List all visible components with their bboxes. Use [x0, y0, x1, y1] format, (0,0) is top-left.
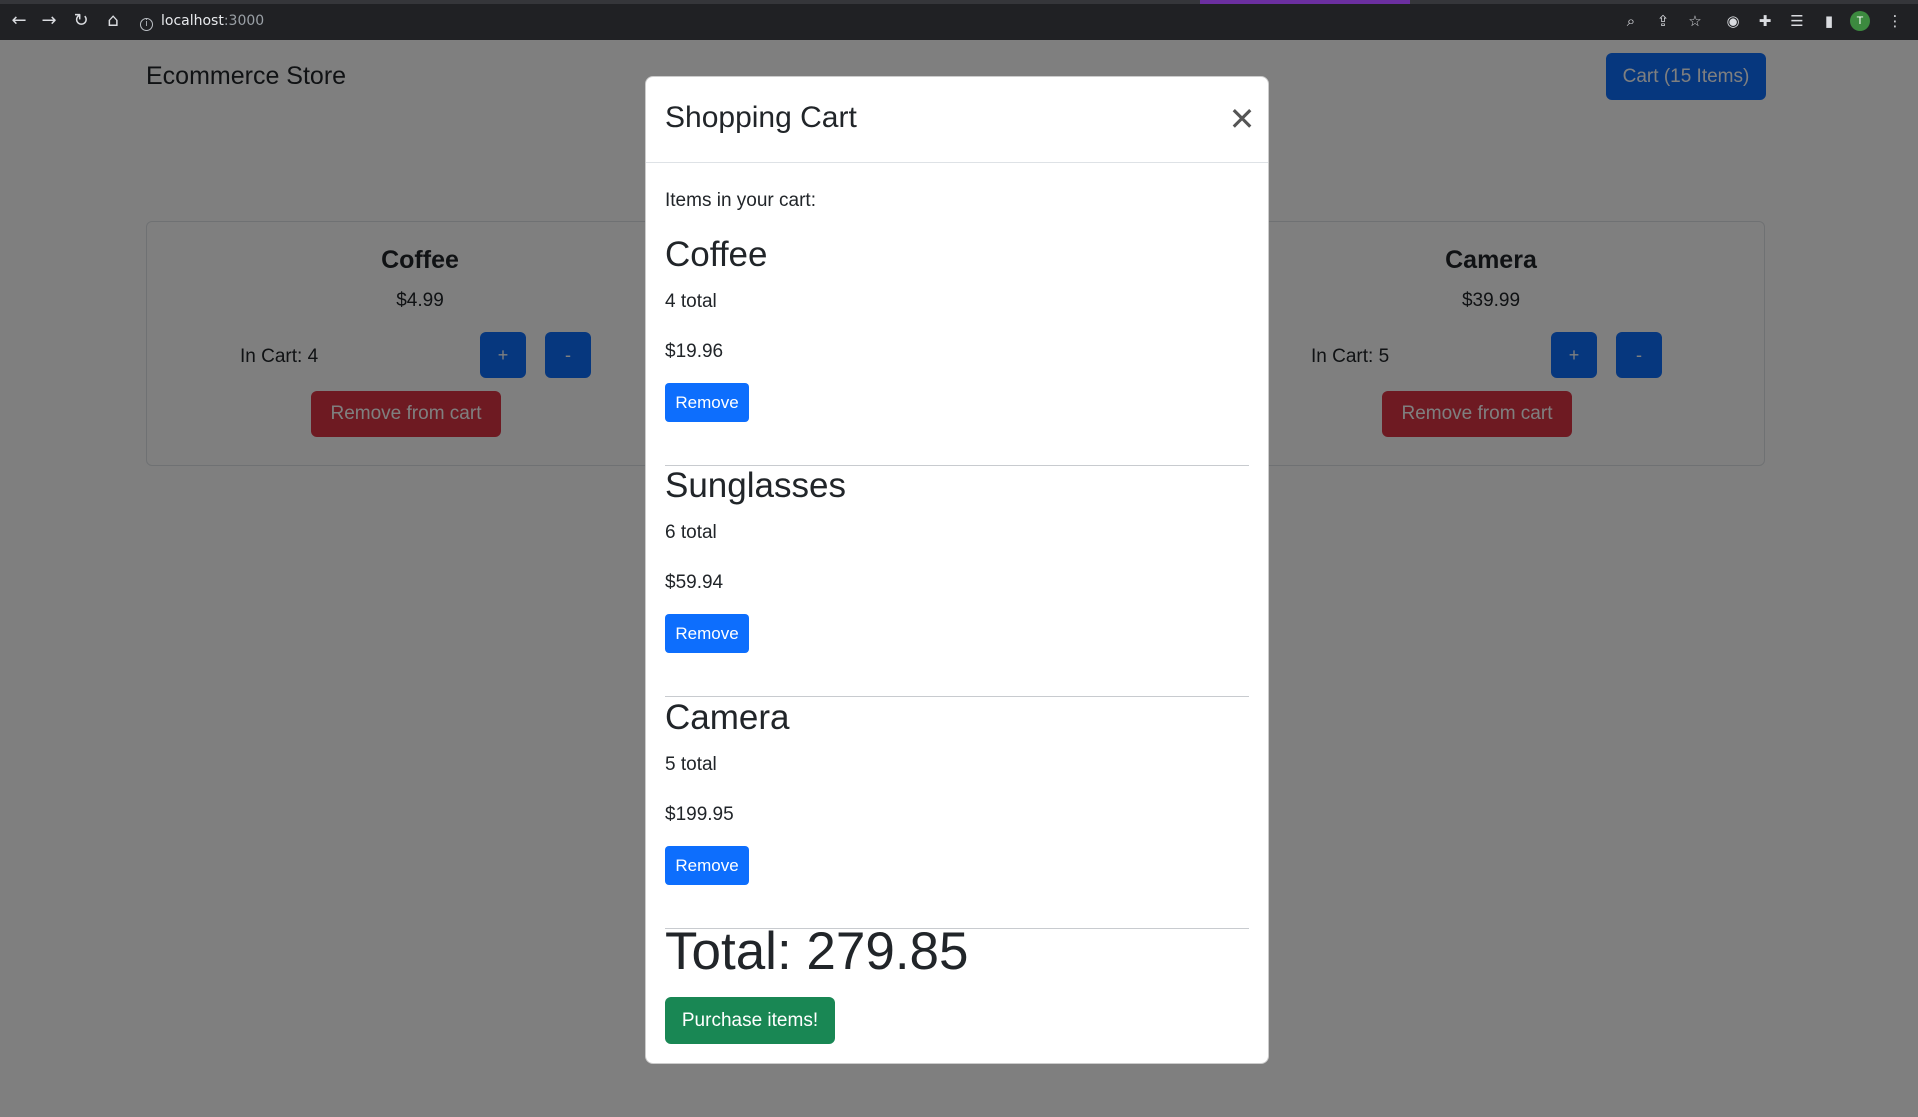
zoom-icon[interactable]: ⌕	[1620, 10, 1642, 32]
cart-item-remove-button[interactable]: Remove	[665, 614, 749, 653]
cart-item-price: $59.94	[665, 572, 724, 593]
extensions-puzzle-icon[interactable]: ✚	[1754, 10, 1776, 32]
cart-total: Total: 279.85	[665, 922, 969, 981]
cart-item-price: $199.95	[665, 804, 734, 825]
url-port: :3000	[223, 13, 265, 29]
cart-item-remove-button[interactable]: Remove	[665, 846, 749, 885]
cart-item-count: 6 total	[665, 522, 717, 543]
cart-item-price: $19.96	[665, 341, 724, 362]
shopping-cart-modal: Shopping Cart ✕ Items in your cart: Coff…	[645, 76, 1269, 1064]
side-panel-icon[interactable]: ▮	[1818, 10, 1840, 32]
close-icon[interactable]: ✕	[1224, 101, 1260, 137]
cart-intro-text: Items in your cart:	[665, 190, 816, 211]
cart-item-name: Sunglasses	[665, 466, 846, 505]
back-icon[interactable]: ←	[8, 10, 30, 32]
url-host: localhost	[161, 13, 224, 29]
site-info-icon[interactable]: i	[140, 18, 153, 31]
active-tab-indicator	[1200, 0, 1410, 4]
address-bar[interactable]: i localhost:3000	[140, 10, 264, 32]
cart-item-camera: Camera 5 total $199.95 Remove	[665, 698, 1249, 929]
tab-strip	[0, 0, 1918, 4]
cart-item-count: 4 total	[665, 291, 717, 312]
cart-item-remove-button[interactable]: Remove	[665, 383, 749, 422]
cart-item-sunglasses: Sunglasses 6 total $59.94 Remove	[665, 466, 1249, 697]
browser-toolbar: ← → ↻ ⌂ i localhost:3000 ⌕ ⇪ ☆ ◉ ✚ ☰ ▮ T …	[0, 0, 1918, 40]
extension-icon[interactable]: ◉	[1722, 10, 1744, 32]
forward-icon[interactable]: →	[38, 10, 60, 32]
home-icon[interactable]: ⌂	[102, 10, 124, 32]
modal-header: Shopping Cart ✕	[646, 77, 1268, 163]
browser-menu-icon[interactable]: ⋮	[1884, 10, 1906, 32]
bookmark-star-icon[interactable]: ☆	[1684, 10, 1706, 32]
cart-item-coffee: Coffee 4 total $19.96 Remove	[665, 235, 1249, 466]
cart-item-name: Camera	[665, 698, 790, 737]
reload-icon[interactable]: ↻	[70, 10, 92, 32]
reading-list-icon[interactable]: ☰	[1786, 10, 1808, 32]
cart-item-count: 5 total	[665, 754, 717, 775]
profile-avatar[interactable]: T	[1850, 11, 1870, 31]
purchase-button[interactable]: Purchase items!	[665, 997, 835, 1044]
modal-title: Shopping Cart	[665, 101, 857, 134]
cart-item-name: Coffee	[665, 235, 768, 274]
share-icon[interactable]: ⇪	[1652, 10, 1674, 32]
